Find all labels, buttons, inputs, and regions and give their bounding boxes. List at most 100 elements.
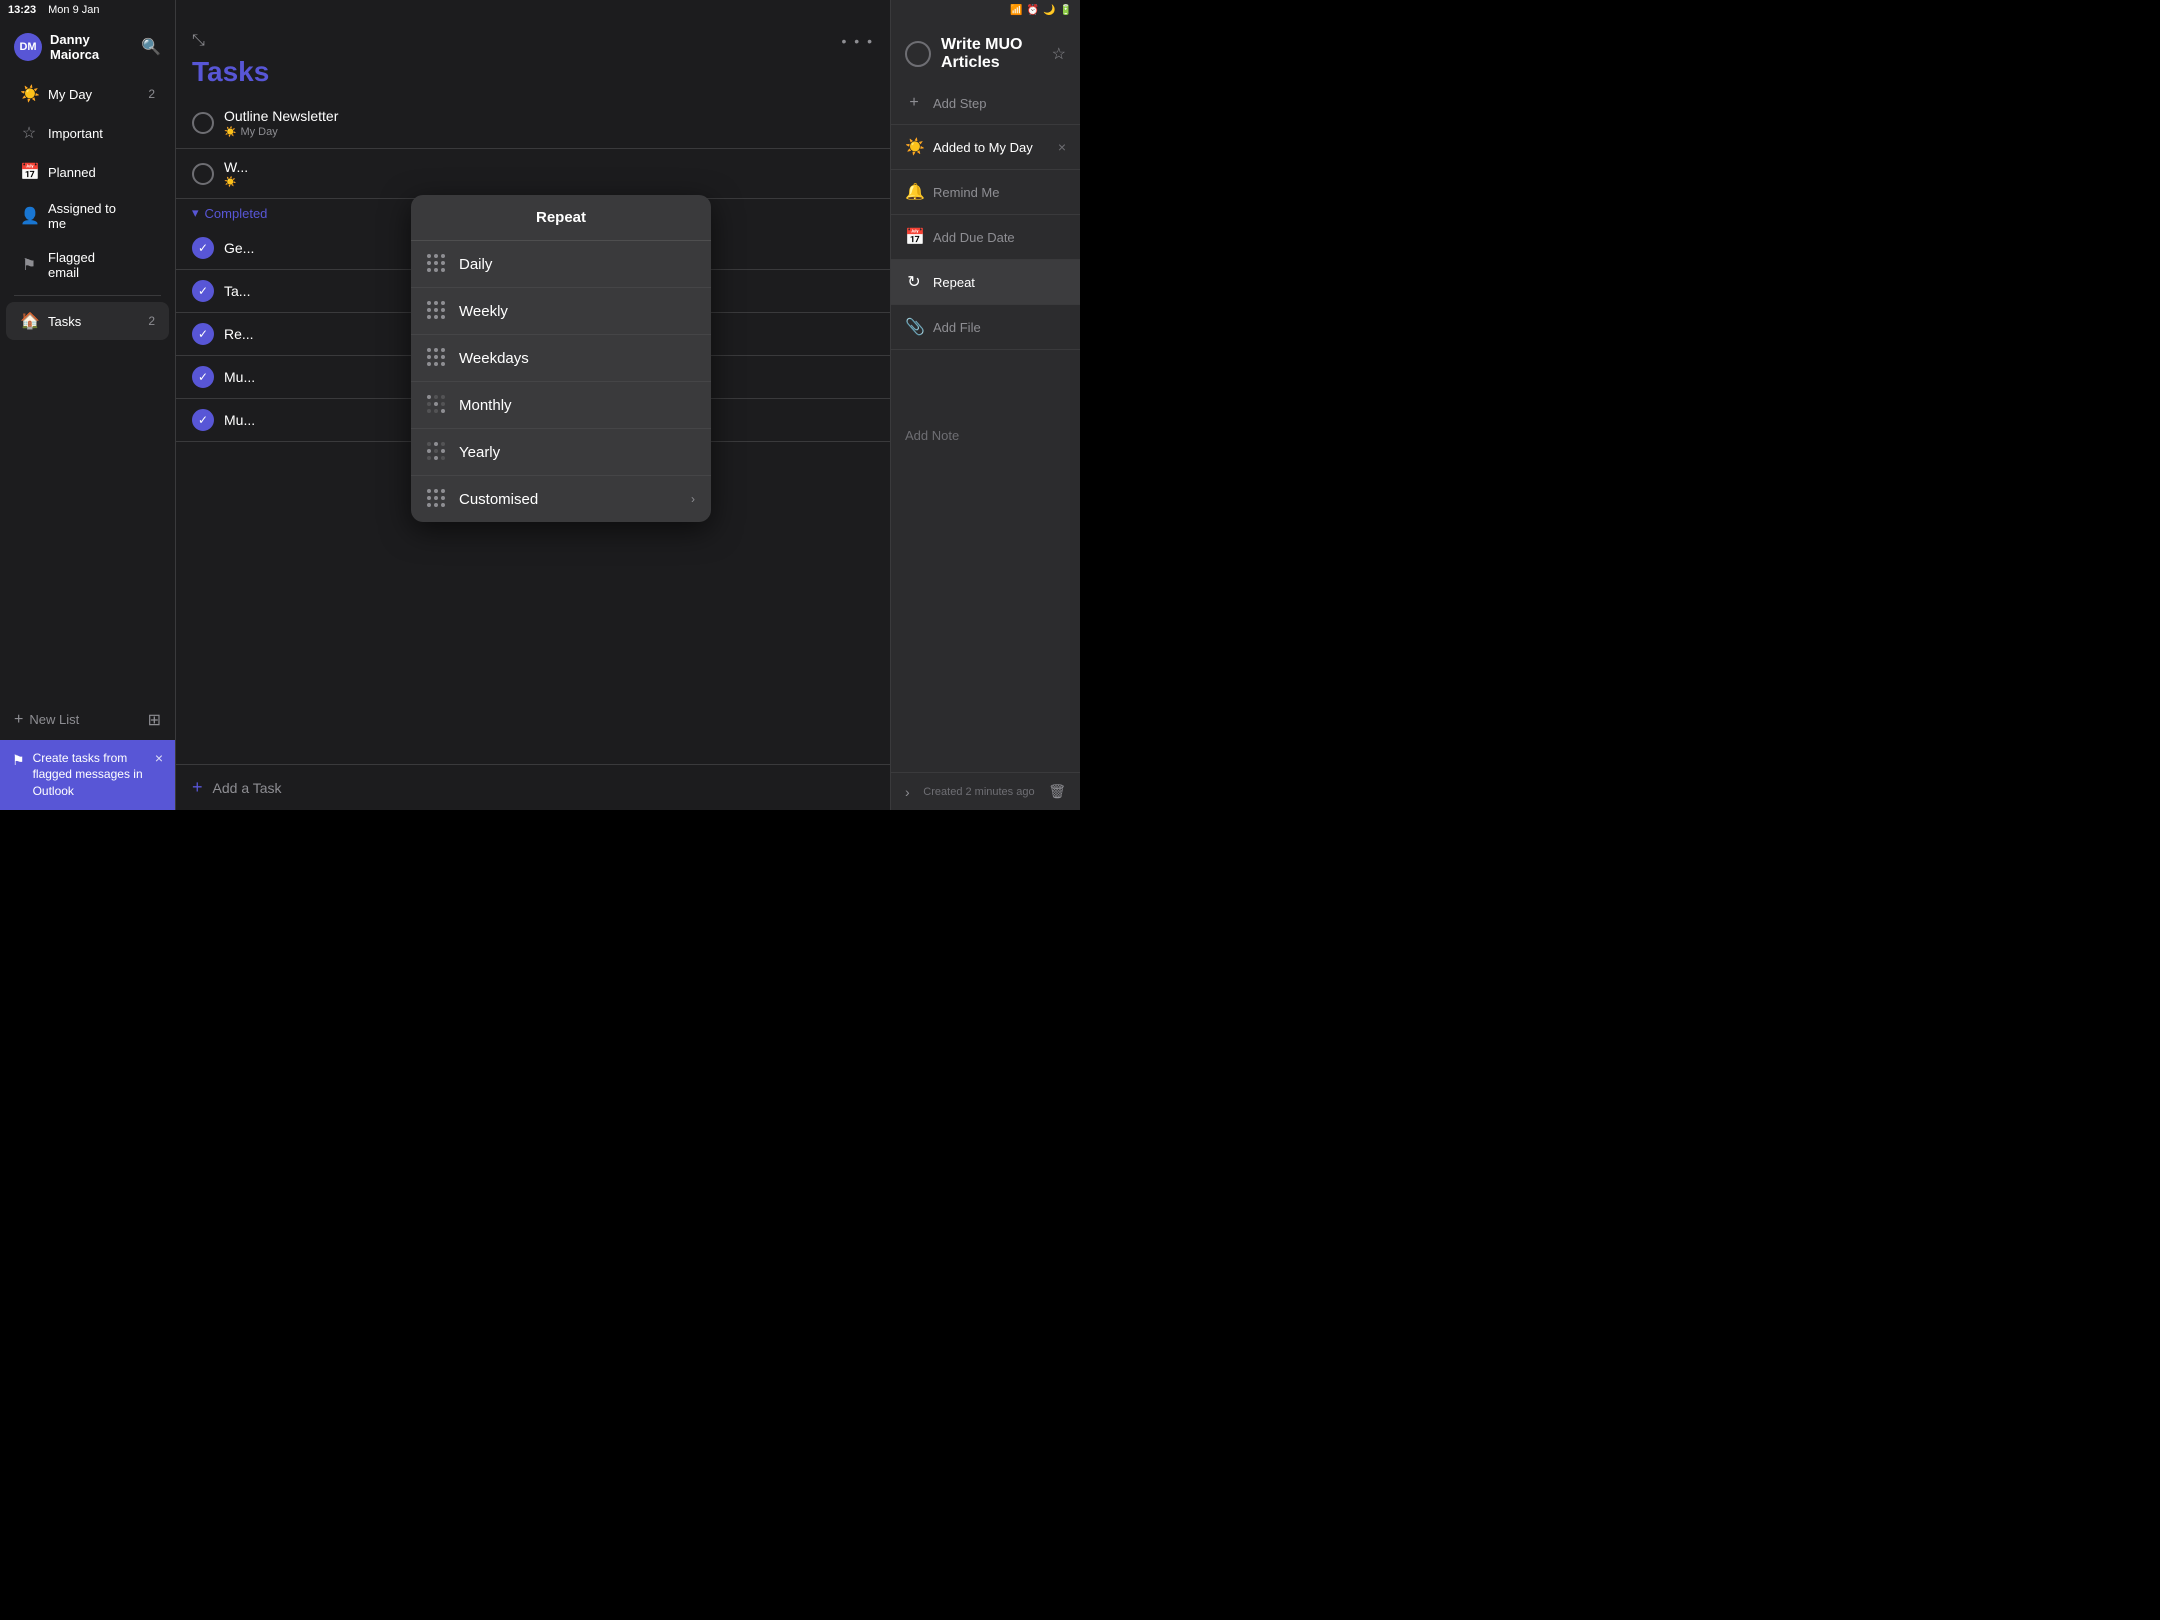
detail-add-due-date[interactable]: 📅 Add Due Date <box>891 215 1080 260</box>
app-container: 13:23 Mon 9 Jan 📶 ⏰ 🌙 🔋 DM Danny Maiorca… <box>0 0 1080 810</box>
task-sub-outline: ☀️ My Day <box>224 126 874 138</box>
detail-task-title: Write MUO Articles <box>941 36 1042 72</box>
task-name-write: W... <box>224 159 874 175</box>
repeat-item-customised[interactable]: Customised › <box>411 476 711 522</box>
repeat-menu: Repeat Daily Weekly <box>411 195 711 522</box>
checkmark-ge: ✓ <box>198 241 208 255</box>
sidebar-item-important[interactable]: ☆ Important <box>6 114 169 152</box>
sidebar: DM Danny Maiorca 🔍 ☀️ My Day 2 ☆ Importa… <box>0 0 175 810</box>
detail-header: Write MUO Articles ☆ <box>891 20 1080 82</box>
repeat-weekly-label: Weekly <box>459 303 695 320</box>
repeat-item-yearly[interactable]: Yearly <box>411 429 711 476</box>
sidebar-item-tasks[interactable]: 🏠 Tasks 2 <box>6 302 169 340</box>
promo-close-button[interactable]: × <box>155 750 163 766</box>
repeat-daily-label: Daily <box>459 256 695 273</box>
task-item-write-muo[interactable]: W... ☀️ <box>176 149 890 199</box>
new-list-button[interactable]: + New List <box>14 711 79 729</box>
repeat-yearly-icon <box>427 442 447 462</box>
task-item-outline-newsletter[interactable]: Outline Newsletter ☀️ My Day <box>176 98 890 149</box>
add-file-label: Add File <box>933 320 1066 335</box>
sidebar-username: Danny Maiorca <box>50 32 141 62</box>
delete-task-button[interactable]: 🗑 <box>1048 783 1066 800</box>
sidebar-item-assigned[interactable]: 👤 Assigned to me <box>6 192 169 240</box>
my-day-close-button[interactable]: × <box>1058 139 1066 155</box>
footer-expand-icon[interactable]: › <box>905 784 910 800</box>
main-panel: ⤡ • • • Tasks Outline Newsletter ☀️ My D… <box>175 0 890 810</box>
new-list-template-icon[interactable]: ⊞ <box>148 710 161 730</box>
sidebar-label-important: Important <box>48 126 129 141</box>
detail-star-button[interactable]: ☆ <box>1052 44 1066 64</box>
created-text: Created 2 minutes ago <box>923 786 1034 798</box>
task-checkbox-mu2[interactable]: ✓ <box>192 409 214 431</box>
sidebar-badge-tasks: 2 <box>139 314 155 328</box>
task-checkbox-mu[interactable]: ✓ <box>192 366 214 388</box>
repeat-daily-icon <box>427 254 447 274</box>
expand-icon[interactable]: ⤡ <box>192 32 205 50</box>
detail-note-area[interactable]: Add Note <box>891 413 1080 772</box>
task-content-outline: Outline Newsletter ☀️ My Day <box>224 108 874 138</box>
add-step-icon: + <box>905 94 923 112</box>
repeat-weekdays-label: Weekdays <box>459 350 695 367</box>
sidebar-user: DM Danny Maiorca <box>14 32 141 62</box>
detail-repeat[interactable]: ↻ Repeat <box>891 260 1080 305</box>
add-task-icon: + <box>192 777 203 798</box>
more-options-button[interactable]: • • • <box>842 33 874 49</box>
repeat-item-weekly[interactable]: Weekly <box>411 288 711 335</box>
star-nav-icon: ☆ <box>20 123 38 143</box>
repeat-weekly-icon <box>427 301 447 321</box>
main-title: Tasks <box>176 56 890 98</box>
calendar-nav-icon: 📅 <box>20 162 38 182</box>
task-name-outline: Outline Newsletter <box>224 108 874 124</box>
repeat-item-weekdays[interactable]: Weekdays <box>411 335 711 382</box>
repeat-menu-title: Repeat <box>411 195 711 241</box>
sidebar-label-planned: Planned <box>48 165 129 180</box>
sidebar-header: DM Danny Maiorca 🔍 <box>0 20 175 70</box>
remind-me-label: Remind Me <box>933 185 1066 200</box>
repeat-monthly-icon <box>427 395 447 415</box>
task-checkbox-ge[interactable]: ✓ <box>192 237 214 259</box>
due-date-icon: 📅 <box>905 227 923 247</box>
add-task-bar[interactable]: + Add a Task <box>176 764 890 810</box>
completed-chevron-icon: ▾ <box>192 205 199 221</box>
promo-text: Create tasks from flagged messages in Ou… <box>33 750 147 800</box>
main-header: ⤡ • • • <box>176 20 890 56</box>
checkmark-mu2: ✓ <box>198 413 208 427</box>
detail-add-file[interactable]: 📎 Add File <box>891 305 1080 350</box>
promo-flag-icon: ⚑ <box>12 752 25 769</box>
repeat-weekdays-icon <box>427 348 447 368</box>
battery-icon: 🔋 <box>1060 5 1072 16</box>
checkmark-ta: ✓ <box>198 284 208 298</box>
task-sub-icon-outline: ☀️ <box>224 127 236 138</box>
repeat-customised-label: Customised <box>459 491 679 508</box>
checkmark-mu: ✓ <box>198 370 208 384</box>
task-checkbox-write[interactable] <box>192 163 214 185</box>
sidebar-item-my-day[interactable]: ☀️ My Day 2 <box>6 75 169 113</box>
repeat-icon: ↻ <box>905 272 923 292</box>
detail-add-step[interactable]: + Add Step <box>891 82 1080 125</box>
task-checkbox-ta[interactable]: ✓ <box>192 280 214 302</box>
add-file-icon: 📎 <box>905 317 923 337</box>
sidebar-item-planned[interactable]: 📅 Planned <box>6 153 169 191</box>
repeat-yearly-label: Yearly <box>459 444 695 461</box>
detail-footer: › Created 2 minutes ago 🗑 <box>891 772 1080 810</box>
search-button[interactable]: 🔍 <box>141 37 161 57</box>
status-bar: 13:23 Mon 9 Jan 📶 ⏰ 🌙 🔋 <box>0 0 1080 20</box>
detail-remind-me[interactable]: 🔔 Remind Me <box>891 170 1080 215</box>
repeat-item-monthly[interactable]: Monthly <box>411 382 711 429</box>
repeat-item-daily[interactable]: Daily <box>411 241 711 288</box>
detail-added-to-my-day[interactable]: ☀️ Added to My Day × <box>891 125 1080 170</box>
completed-label: Completed <box>205 206 268 221</box>
status-date: Mon 9 Jan <box>48 4 99 16</box>
sidebar-item-flagged[interactable]: ⚑ Flagged email <box>6 241 169 289</box>
sun-icon: ☀️ <box>20 84 38 104</box>
sidebar-footer: + New List ⊞ <box>0 702 175 740</box>
detail-task-checkbox[interactable] <box>905 41 931 67</box>
add-step-label: Add Step <box>933 96 1066 111</box>
task-checkbox-re[interactable]: ✓ <box>192 323 214 345</box>
sidebar-label-flagged: Flagged email <box>48 250 129 280</box>
task-checkbox-outline[interactable] <box>192 112 214 134</box>
task-content-write: W... ☀️ <box>224 159 874 188</box>
sidebar-label-tasks: Tasks <box>48 314 129 329</box>
sidebar-label-assigned: Assigned to me <box>48 201 129 231</box>
repeat-label: Repeat <box>933 275 1066 290</box>
